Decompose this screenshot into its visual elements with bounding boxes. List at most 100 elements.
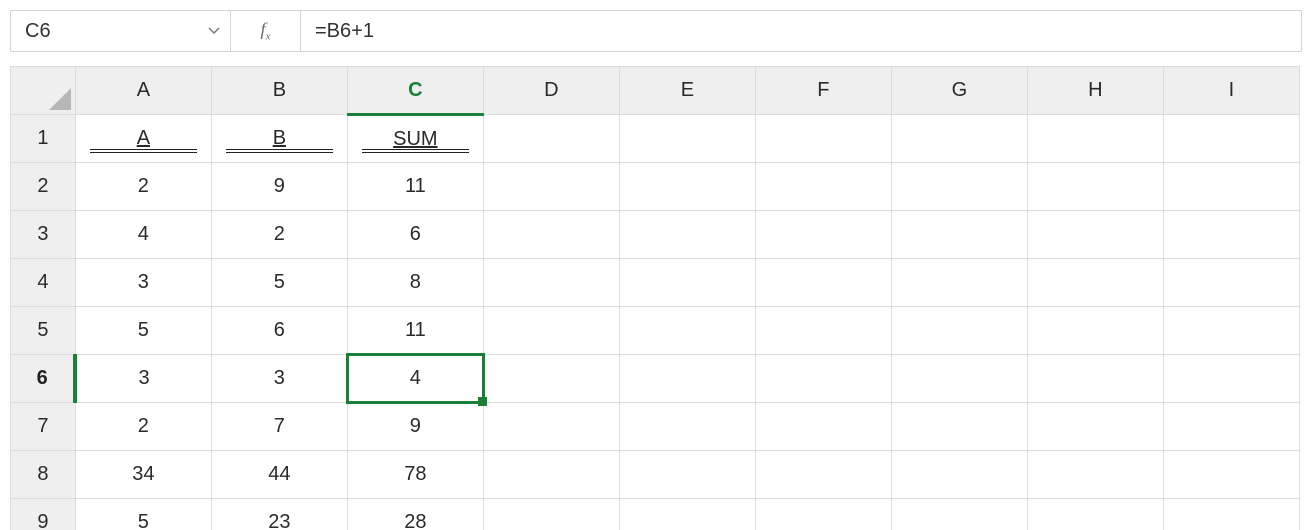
- row-header-2[interactable]: 2: [11, 163, 76, 211]
- cell-A1[interactable]: A: [75, 115, 211, 163]
- cell-E4[interactable]: [619, 259, 755, 307]
- col-header-B[interactable]: B: [211, 67, 347, 115]
- cell-F6[interactable]: [755, 355, 891, 403]
- cell-F2[interactable]: [755, 163, 891, 211]
- cell-B7[interactable]: 7: [211, 403, 347, 451]
- row-header-6[interactable]: 6: [11, 355, 76, 403]
- cell-D6[interactable]: [483, 355, 619, 403]
- cell-G6[interactable]: [891, 355, 1027, 403]
- cell-H3[interactable]: [1027, 211, 1163, 259]
- row-header-8[interactable]: 8: [11, 451, 76, 499]
- cell-I4[interactable]: [1163, 259, 1299, 307]
- col-header-C[interactable]: C: [347, 67, 483, 115]
- cell-C4[interactable]: 8: [347, 259, 483, 307]
- cell-E8[interactable]: [619, 451, 755, 499]
- cell-C7[interactable]: 9: [347, 403, 483, 451]
- cell-G2[interactable]: [891, 163, 1027, 211]
- row-header-4[interactable]: 4: [11, 259, 76, 307]
- cell-I5[interactable]: [1163, 307, 1299, 355]
- row-header-3[interactable]: 3: [11, 211, 76, 259]
- cell-F7[interactable]: [755, 403, 891, 451]
- cell-H2[interactable]: [1027, 163, 1163, 211]
- cell-D7[interactable]: [483, 403, 619, 451]
- cell-E5[interactable]: [619, 307, 755, 355]
- cell-H5[interactable]: [1027, 307, 1163, 355]
- cell-B9[interactable]: 23: [211, 499, 347, 530]
- cell-F9[interactable]: [755, 499, 891, 530]
- cell-G4[interactable]: [891, 259, 1027, 307]
- cell-F1[interactable]: [755, 115, 891, 163]
- cell-C6[interactable]: 4: [347, 355, 483, 403]
- cell-E1[interactable]: [619, 115, 755, 163]
- cell-A8[interactable]: 34: [75, 451, 211, 499]
- cell-H9[interactable]: [1027, 499, 1163, 530]
- cell-G7[interactable]: [891, 403, 1027, 451]
- col-header-D[interactable]: D: [483, 67, 619, 115]
- insert-function-button[interactable]: fx: [231, 11, 301, 51]
- cell-C8[interactable]: 78: [347, 451, 483, 499]
- cell-D1[interactable]: [483, 115, 619, 163]
- cell-I9[interactable]: [1163, 499, 1299, 530]
- chevron-down-icon[interactable]: [208, 27, 220, 35]
- cell-A9[interactable]: 5: [75, 499, 211, 530]
- row-header-7[interactable]: 7: [11, 403, 76, 451]
- cell-I3[interactable]: [1163, 211, 1299, 259]
- cell-B5[interactable]: 6: [211, 307, 347, 355]
- cell-A2[interactable]: 2: [75, 163, 211, 211]
- cell-C9[interactable]: 28: [347, 499, 483, 530]
- cell-E6[interactable]: [619, 355, 755, 403]
- cell-C2[interactable]: 11: [347, 163, 483, 211]
- col-header-I[interactable]: I: [1163, 67, 1299, 115]
- col-header-E[interactable]: E: [619, 67, 755, 115]
- cell-B4[interactable]: 5: [211, 259, 347, 307]
- cell-F4[interactable]: [755, 259, 891, 307]
- cell-H7[interactable]: [1027, 403, 1163, 451]
- cell-G1[interactable]: [891, 115, 1027, 163]
- row-header-5[interactable]: 5: [11, 307, 76, 355]
- cell-A5[interactable]: 5: [75, 307, 211, 355]
- cell-A3[interactable]: 4: [75, 211, 211, 259]
- cell-D3[interactable]: [483, 211, 619, 259]
- spreadsheet-grid[interactable]: A B C D E F G H I 1 A B SUM: [10, 66, 1302, 530]
- cell-C5[interactable]: 11: [347, 307, 483, 355]
- col-header-F[interactable]: F: [755, 67, 891, 115]
- cell-D2[interactable]: [483, 163, 619, 211]
- cell-F8[interactable]: [755, 451, 891, 499]
- cell-I1[interactable]: [1163, 115, 1299, 163]
- formula-input[interactable]: =B6+1: [301, 11, 1301, 51]
- cell-D5[interactable]: [483, 307, 619, 355]
- cell-A7[interactable]: 2: [75, 403, 211, 451]
- cell-C1[interactable]: SUM: [347, 115, 483, 163]
- cell-B8[interactable]: 44: [211, 451, 347, 499]
- cell-H6[interactable]: [1027, 355, 1163, 403]
- cell-I8[interactable]: [1163, 451, 1299, 499]
- cell-D4[interactable]: [483, 259, 619, 307]
- cell-I7[interactable]: [1163, 403, 1299, 451]
- select-all-corner[interactable]: [11, 67, 76, 115]
- cell-C3[interactable]: 6: [347, 211, 483, 259]
- cell-H4[interactable]: [1027, 259, 1163, 307]
- cell-B6[interactable]: 3: [211, 355, 347, 403]
- col-header-A[interactable]: A: [75, 67, 211, 115]
- cell-H1[interactable]: [1027, 115, 1163, 163]
- cell-A6[interactable]: 3: [75, 355, 211, 403]
- col-header-H[interactable]: H: [1027, 67, 1163, 115]
- cell-F5[interactable]: [755, 307, 891, 355]
- cell-F3[interactable]: [755, 211, 891, 259]
- cell-G9[interactable]: [891, 499, 1027, 530]
- cell-B3[interactable]: 2: [211, 211, 347, 259]
- cell-D9[interactable]: [483, 499, 619, 530]
- cell-D8[interactable]: [483, 451, 619, 499]
- cell-B2[interactable]: 9: [211, 163, 347, 211]
- fill-handle[interactable]: [478, 397, 487, 406]
- row-header-1[interactable]: 1: [11, 115, 76, 163]
- cell-G3[interactable]: [891, 211, 1027, 259]
- cell-E2[interactable]: [619, 163, 755, 211]
- cell-B1[interactable]: B: [211, 115, 347, 163]
- cell-E9[interactable]: [619, 499, 755, 530]
- col-header-G[interactable]: G: [891, 67, 1027, 115]
- cell-E3[interactable]: [619, 211, 755, 259]
- cell-I6[interactable]: [1163, 355, 1299, 403]
- cell-G5[interactable]: [891, 307, 1027, 355]
- cell-E7[interactable]: [619, 403, 755, 451]
